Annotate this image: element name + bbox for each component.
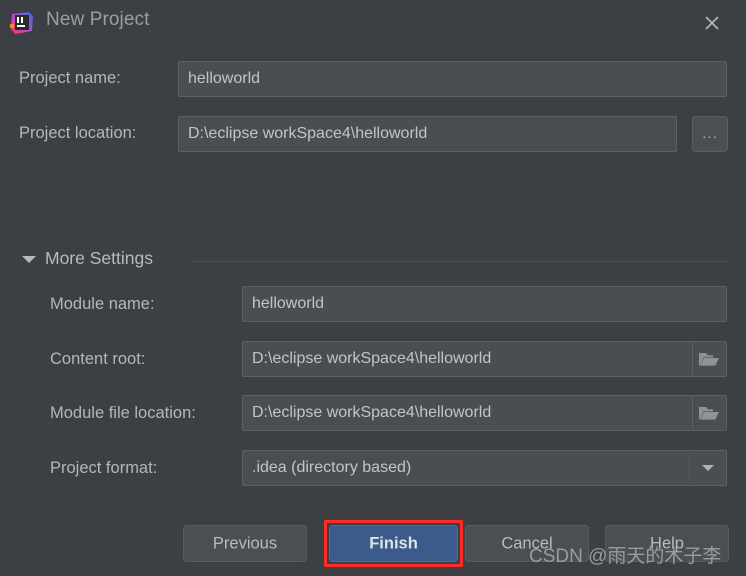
previous-button[interactable]: Previous xyxy=(183,525,307,562)
module-name-label: Module name: xyxy=(50,295,155,313)
ellipsis-icon: ... xyxy=(702,125,718,142)
project-name-input[interactable]: helloworld xyxy=(178,61,727,97)
content-root-input[interactable]: D:\eclipse workSpace4\helloworld xyxy=(242,341,727,377)
project-location-label: Project location: xyxy=(19,124,137,142)
module-file-location-browse-button[interactable] xyxy=(692,397,725,429)
content-root-label: Content root: xyxy=(50,350,146,368)
project-format-select[interactable]: .idea (directory based) xyxy=(242,450,727,486)
more-settings-title: More Settings xyxy=(45,248,153,268)
cancel-button-label: Cancel xyxy=(501,534,553,552)
previous-button-label: Previous xyxy=(212,534,278,552)
project-location-browse-button[interactable]: ... xyxy=(692,116,728,152)
content-root-value: D:\eclipse workSpace4\helloworld xyxy=(252,350,492,367)
help-button[interactable]: Help xyxy=(605,525,729,562)
folder-icon xyxy=(699,407,719,420)
project-location-input[interactable]: D:\eclipse workSpace4\helloworld xyxy=(178,116,677,152)
title-bar: New Project xyxy=(0,0,746,47)
chevron-down-icon xyxy=(701,465,714,471)
project-format-value: .idea (directory based) xyxy=(252,459,412,476)
chevron-down-icon xyxy=(22,256,36,263)
module-file-location-label: Module file location: xyxy=(50,404,196,422)
project-name-label: Project name: xyxy=(19,69,121,87)
intellij-idea-logo-icon xyxy=(9,10,35,36)
more-settings-separator xyxy=(190,261,730,262)
project-location-value: D:\eclipse workSpace4\helloworld xyxy=(188,125,428,142)
project-name-value: helloworld xyxy=(188,70,261,87)
project-format-dropdown-button[interactable] xyxy=(689,452,725,484)
cancel-button[interactable]: Cancel xyxy=(465,525,589,562)
module-name-value: helloworld xyxy=(252,295,325,312)
module-file-location-input[interactable]: D:\eclipse workSpace4\helloworld xyxy=(242,395,727,431)
close-icon[interactable] xyxy=(698,9,726,37)
more-settings-toggle[interactable] xyxy=(20,249,40,269)
folder-icon xyxy=(699,353,719,366)
project-format-label: Project format: xyxy=(50,459,158,477)
content-root-browse-button[interactable] xyxy=(692,343,725,375)
finish-button[interactable]: Finish xyxy=(329,525,458,562)
help-button-label: Help xyxy=(650,534,684,552)
window-title: New Project xyxy=(46,9,150,30)
finish-button-label: Finish xyxy=(369,534,418,552)
module-name-input[interactable]: helloworld xyxy=(242,286,727,322)
module-file-location-value: D:\eclipse workSpace4\helloworld xyxy=(252,404,492,421)
